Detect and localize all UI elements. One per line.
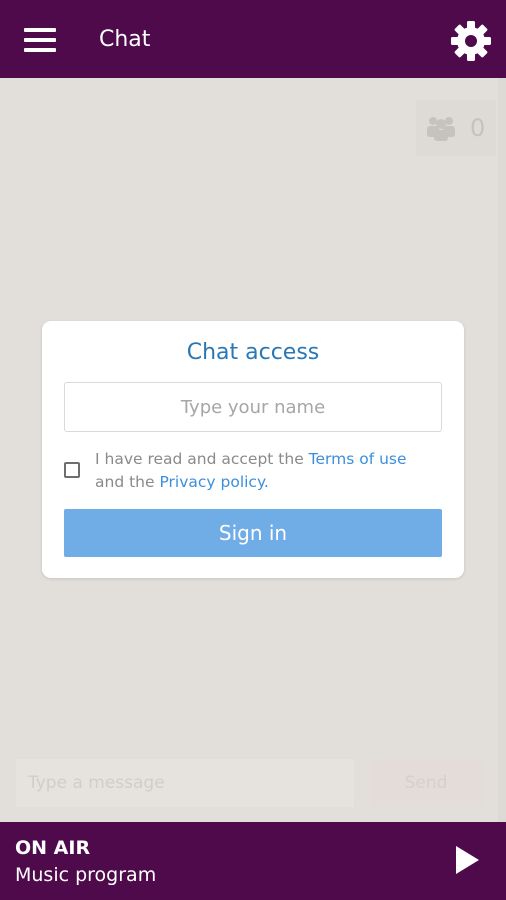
on-air-label: ON AIR (15, 837, 91, 859)
sign-in-button[interactable]: Sign in (64, 509, 442, 557)
chat-access-dialog: Chat access I have read and accept the T… (42, 321, 464, 578)
terms-middle: and the (95, 473, 160, 491)
online-users-count: 0 (470, 114, 486, 142)
online-users-badge[interactable]: 0 (416, 100, 496, 156)
privacy-policy-link[interactable]: Privacy policy (159, 473, 263, 491)
message-input[interactable]: Type a message (16, 759, 354, 807)
terms-suffix: . (263, 473, 269, 491)
program-name: Music program (15, 864, 157, 886)
terms-prefix: I have read and accept the (95, 450, 309, 468)
terms-text: I have read and accept the Terms of use … (95, 448, 440, 494)
users-group-icon (427, 117, 455, 141)
hamburger-menu-icon[interactable] (24, 28, 56, 52)
dialog-title: Chat access (186, 340, 320, 365)
send-button[interactable]: Send (370, 759, 482, 807)
app-header: Chat (0, 0, 506, 78)
play-icon[interactable] (454, 845, 480, 875)
name-input[interactable] (64, 382, 442, 432)
terms-checkbox[interactable] (64, 462, 80, 478)
scrollbar[interactable] (498, 78, 506, 822)
gear-icon[interactable] (450, 20, 492, 62)
page-title: Chat (99, 27, 151, 52)
terms-of-use-link[interactable]: Terms of use (309, 450, 407, 468)
player-bar: ON AIR Music program (0, 822, 506, 900)
